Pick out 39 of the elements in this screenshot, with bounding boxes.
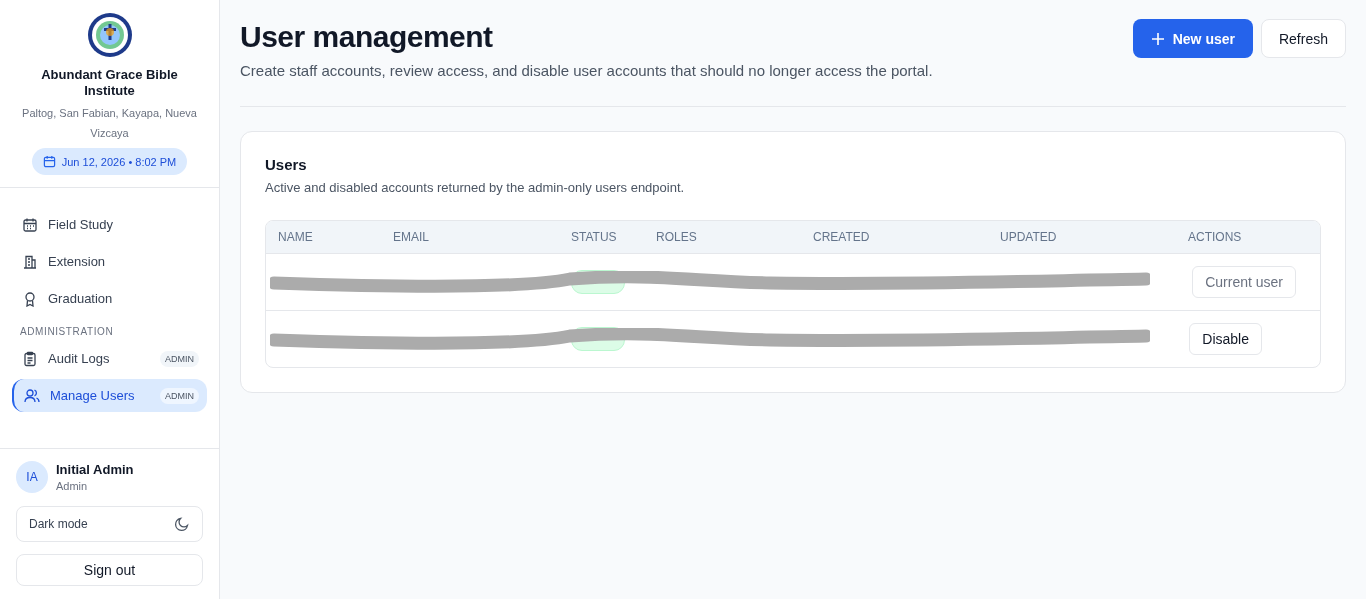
plus-icon <box>1150 31 1165 46</box>
card-description: Active and disabled accounts returned by the admin-only users endpoint. <box>265 180 686 195</box>
users-icon <box>24 387 40 404</box>
nav-section-label: ADMINISTRATION <box>19 325 115 339</box>
admin-badge: ADMIN <box>160 387 199 404</box>
calendar-icon <box>42 155 56 168</box>
admin-badge: ADMIN <box>160 350 199 367</box>
nav-item[interactable]: Extension <box>12 245 207 278</box>
calendar-icon <box>22 216 38 233</box>
column-header: STATUS <box>571 230 618 244</box>
institution-address: Paltog, San Fabian, Kayapa, Nueva Vizcaya <box>21 106 198 141</box>
column-header: ROLES <box>656 230 698 244</box>
column-header: EMAIL <box>393 230 430 244</box>
dark-mode-toggle[interactable]: Dark mode <box>16 506 203 542</box>
institution-name: Abundant Grace Bible Institute <box>40 67 179 99</box>
nav-item[interactable]: Graduation <box>12 282 207 315</box>
row-action-button[interactable]: Disable <box>1189 323 1262 355</box>
clipboard-icon <box>22 350 38 367</box>
moon-icon <box>174 516 190 532</box>
new-user-button[interactable]: New user <box>1132 19 1253 58</box>
column-header: NAME <box>278 230 314 244</box>
avatar-initials: IA <box>16 461 48 493</box>
column-header: ACTIONS <box>1188 230 1243 244</box>
nav-item[interactable]: Audit Logs ADMIN <box>12 342 207 375</box>
nav-item[interactable]: Field Study <box>12 208 207 241</box>
refresh-button[interactable]: Refresh <box>1260 19 1346 58</box>
user-name: Initial Admin <box>56 462 134 477</box>
column-header: CREATED <box>813 230 871 244</box>
nav-item[interactable]: Manage Users ADMIN <box>12 379 207 412</box>
column-header: UPDATED <box>1000 230 1058 244</box>
page-subtitle: Create staff accounts, review access, and disable user accounts that should no longer access the portal. <box>240 61 933 81</box>
page-title: User management <box>240 19 494 55</box>
card-title: Users <box>265 156 308 173</box>
building-icon <box>22 253 38 270</box>
date-time-text: Jun 12, 2026 • 8:02 PM <box>61 155 177 168</box>
ribbon-award-icon <box>22 290 38 307</box>
seal-logo-icon <box>86 12 133 58</box>
sign-out-button[interactable]: Sign out <box>16 554 203 586</box>
user-role: Admin <box>56 480 89 492</box>
